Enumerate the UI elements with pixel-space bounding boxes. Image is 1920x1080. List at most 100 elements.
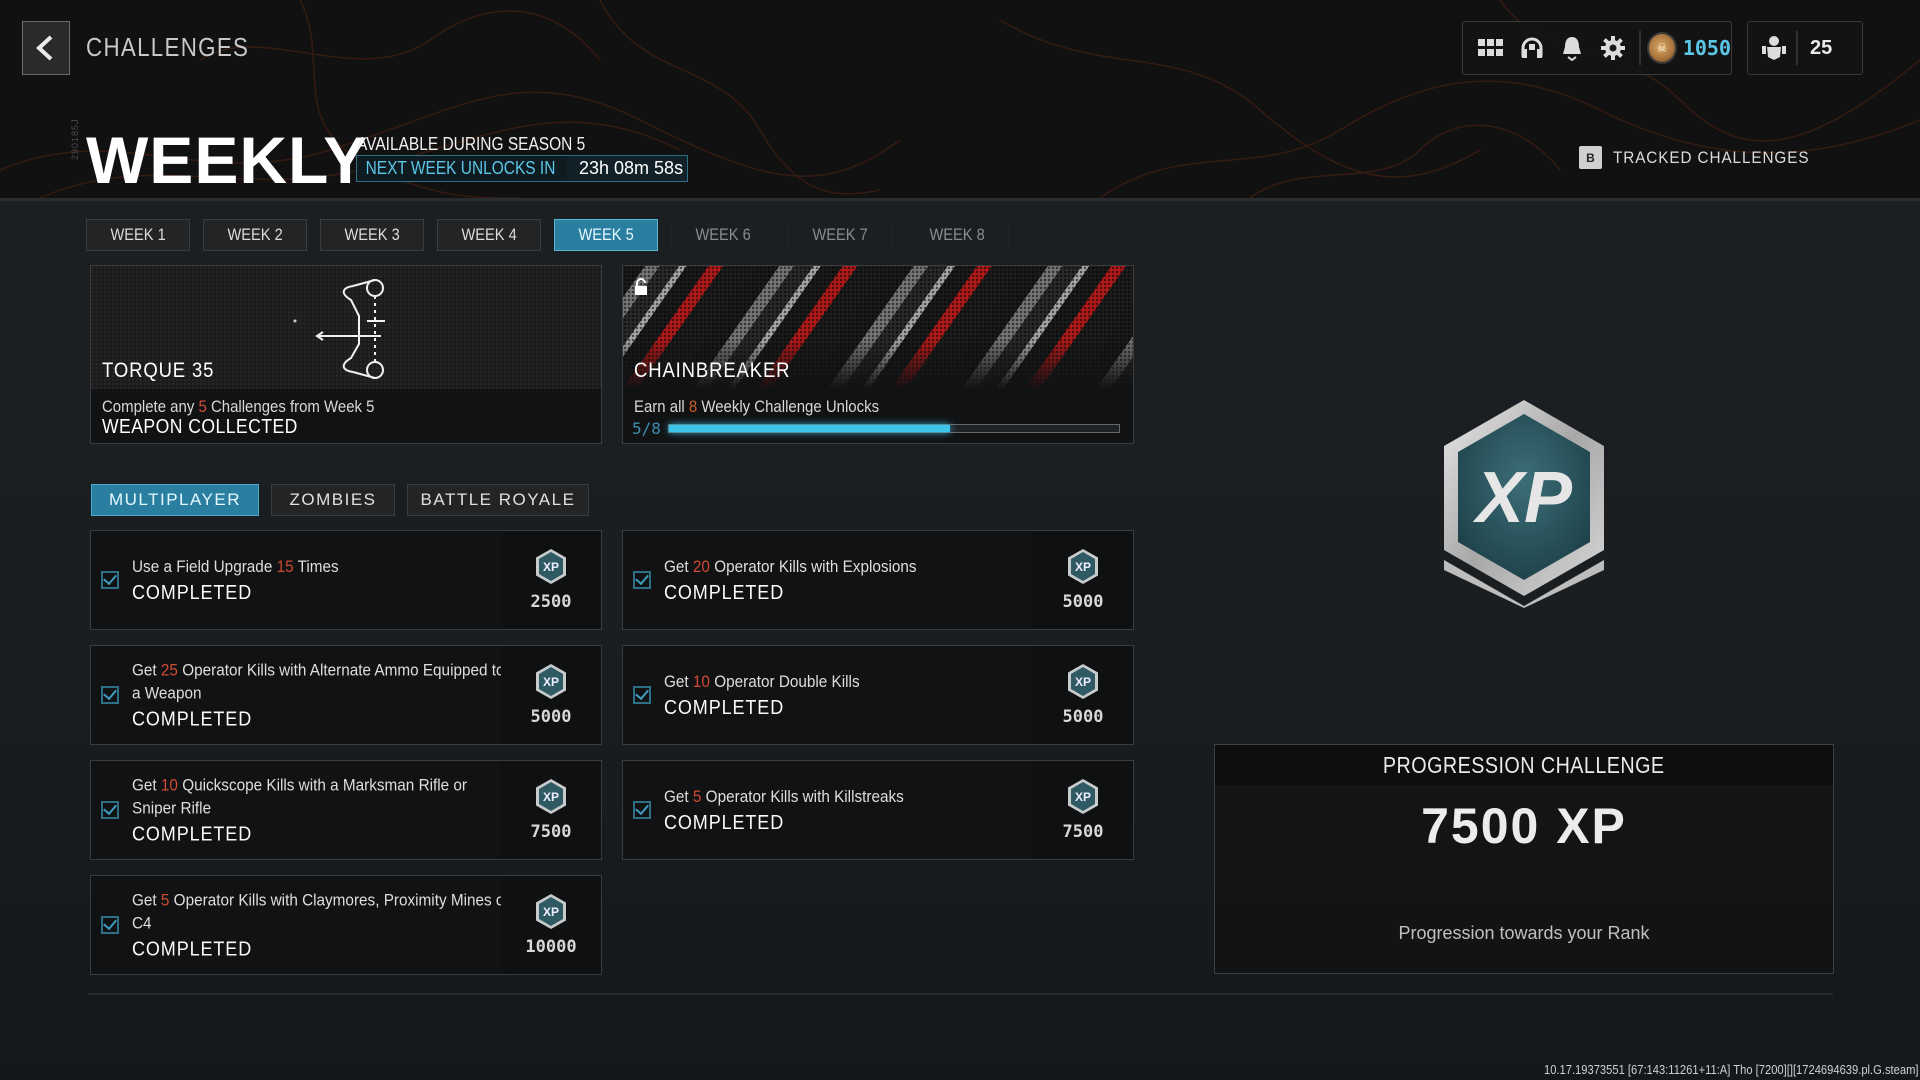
challenge-card[interactable]: Use a Field Upgrade 15 Times COMPLETED X… [90,530,602,630]
title-text: Get [664,787,693,806]
xp-reward-value: 7500 [530,822,572,842]
top-icon-bar: ☠ 1050 [1462,21,1732,75]
back-button[interactable] [22,21,70,75]
challenge-title: Get 5 Operator Kills with Killstreaks [664,785,1042,808]
menu-grid-button[interactable] [1471,26,1512,70]
progress-count: 5/8 [632,419,661,438]
challenge-status: COMPLETED [132,938,253,961]
challenge-text: Get 10 Quickscope Kills with a Marksman … [132,774,491,847]
reward-status: WEAPON COLLECTED [102,416,298,438]
challenge-card[interactable]: Get 20 Operator Kills with Explosions CO… [622,530,1134,630]
tab-week-3[interactable]: WEEK 3 [320,219,424,251]
tab-label: WEEK 6 [695,225,751,244]
tracked-challenges-button[interactable]: B TRACKED CHALLENGES [1579,146,1831,169]
notifications-button[interactable] [1552,26,1593,70]
tab-label: WEEK 2 [227,225,283,244]
checkbox-checked-icon [633,571,651,589]
challenge-card[interactable]: Get 10 Operator Double Kills COMPLETED X… [622,645,1134,745]
breadcrumb: CHALLENGES [86,32,250,62]
mode-tabs: MULTIPLAYER ZOMBIES BATTLE ROYALE [91,484,601,516]
tab-week-4[interactable]: WEEK 4 [437,219,541,251]
tab-week-7[interactable]: WEEK 7 [788,219,892,251]
xp-badge-icon: XP [1444,400,1604,608]
reward-card-chainbreaker[interactable]: CHAINBREAKER Earn all 8 Weekly Challenge… [622,265,1134,444]
next-week-unlock-timer: NEXT WEEK UNLOCKS IN 23h 08m 58s [356,155,688,182]
tab-week-6[interactable]: WEEK 6 [671,219,775,251]
desc-text: Complete any [102,397,199,416]
key-prompt-b: B [1579,146,1602,169]
reward-name: TORQUE 35 [102,359,215,382]
party-count: 25 [1810,36,1833,59]
tab-label: WEEK 8 [929,225,985,244]
title-number: 15 [276,557,294,576]
title-text: Use a Field Upgrade [132,557,277,576]
xp-token-icon: XP [536,549,566,584]
party-bar[interactable]: 25 [1747,21,1863,75]
svg-text:XP: XP [543,675,559,689]
challenge-card[interactable]: Get 25 Operator Kills with Alternate Amm… [90,645,602,745]
title-text: Operator Kills with Claymores, Proximity… [132,890,510,933]
challenge-text: Get 25 Operator Kills with Alternate Amm… [132,659,505,732]
progression-heading: PROGRESSION CHALLENGE [1215,745,1833,785]
next-unlock-label: NEXT WEEK UNLOCKS IN [365,158,556,178]
reward-card-torque-35[interactable]: TORQUE 35 Complete any 5 Challenges from… [90,265,602,444]
challenge-card[interactable]: Get 5 Operator Kills with Claymores, Pro… [90,875,602,975]
progression-subtitle: Progression towards your Rank [1398,923,1650,943]
season-availability: AVAILABLE DURING SEASON 5 [357,134,586,154]
tab-week-8[interactable]: WEEK 8 [905,219,1009,251]
challenge-reward: XP 10000 [501,876,601,974]
settings-button[interactable] [1593,26,1634,70]
cod-points-coin-icon: ☠ [1647,32,1677,64]
tab-week-5[interactable]: WEEK 5 [554,219,658,251]
challenge-reward: XP 5000 [501,646,601,744]
next-unlock-time: 23h 08m 58s [567,156,687,181]
xp-reward-value: 7500 [1062,822,1104,842]
xp-token-icon: XP [536,894,566,929]
desc-text: Challenges from Week 5 [206,397,375,416]
desc-number: 5 [198,397,207,416]
progress-bar-fill [669,425,951,432]
title-text: Times [293,557,339,576]
tab-label: WEEK 5 [578,225,634,244]
chevron-left-icon [36,35,53,61]
challenge-text: Get 10 Operator Double Kills COMPLETED [664,670,1023,720]
challenge-reward: XP 2500 [501,531,601,629]
title-text: Get [664,672,693,691]
title-number: 10 [160,775,178,795]
title-text: Quickscope Kills with a Marksman Rifle o… [132,775,468,818]
social-button[interactable] [1512,26,1553,70]
xp-reward-value: 5000 [530,707,572,727]
heading-text: PROGRESSION CHALLENGE [1383,751,1665,778]
reward-name: CHAINBREAKER [634,359,791,382]
challenge-card[interactable]: Get 10 Quickscope Kills with a Marksman … [90,760,602,860]
side-code: 290185J [70,118,80,160]
xp-token-icon: XP [1068,664,1098,699]
challenge-card[interactable]: Get 5 Operator Kills with Killstreaks CO… [622,760,1134,860]
tab-battle-royale[interactable]: BATTLE ROYALE [407,484,589,516]
tab-zombies[interactable]: ZOMBIES [271,484,395,516]
tab-week-1[interactable]: WEEK 1 [86,219,190,251]
tab-multiplayer[interactable]: MULTIPLAYER [91,484,259,516]
xp-reward-value: 5000 [1062,707,1104,727]
reward-description: Earn all 8 Weekly Challenge Unlocks [634,397,879,417]
challenge-title: Get 20 Operator Kills with Explosions [664,555,1042,578]
checkbox-checked-icon [633,686,651,704]
page-title: WEEKLY [86,123,369,197]
title-number: 5 [160,890,170,910]
tracked-challenges-label: TRACKED CHALLENGES [1613,147,1810,167]
svg-text:XP: XP [1075,675,1091,689]
cod-points-balance[interactable]: 1050 [1683,36,1731,60]
svg-text:XP: XP [1075,560,1091,574]
challenge-reward: XP 5000 [1033,531,1133,629]
tab-label: WEEK 1 [110,225,166,244]
menu-grid-icon [1478,39,1504,56]
challenge-status: COMPLETED [132,708,253,731]
tab-week-2[interactable]: WEEK 2 [203,219,307,251]
checkbox-checked-icon [101,801,119,819]
svg-text:XP: XP [1075,790,1091,804]
challenge-status: COMPLETED [664,812,785,834]
party-bar-divider [1796,31,1798,65]
challenge-text: Get 20 Operator Kills with Explosions CO… [664,555,1023,605]
xp-reward-value: 2500 [530,592,572,612]
challenge-reward: XP 7500 [501,761,601,859]
